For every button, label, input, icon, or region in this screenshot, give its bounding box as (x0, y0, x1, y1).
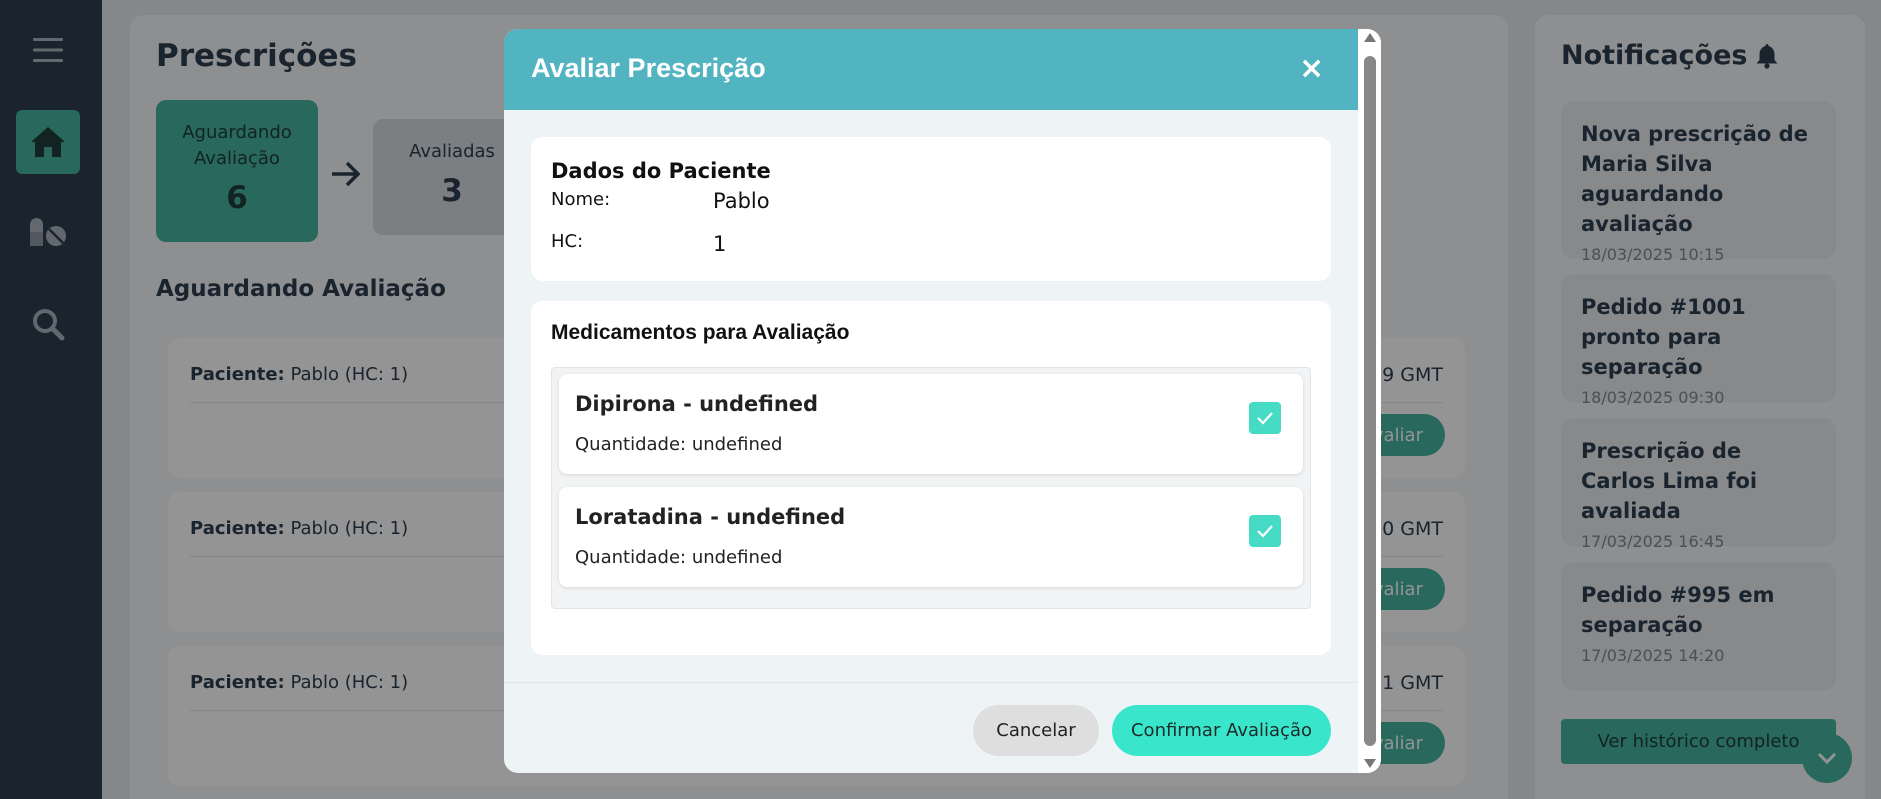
medications-heading: Medicamentos para Avaliação (551, 321, 850, 344)
medication-checkbox[interactable] (1249, 402, 1281, 434)
medications-card: Medicamentos para Avaliação Dipirona - u… (531, 301, 1331, 655)
medication-name: Loratadina - undefined (575, 505, 846, 529)
medication-item: Dipirona - undefined Quantidade: undefin… (559, 374, 1303, 474)
modal-divider (504, 682, 1358, 683)
scroll-thumb[interactable] (1364, 56, 1376, 746)
confirm-evaluation-button[interactable]: Confirmar Avaliação (1112, 705, 1331, 756)
hc-label: HC: (551, 231, 584, 252)
medication-quantity: Quantidade: undefined (575, 547, 783, 568)
scroll-up-arrow-icon[interactable] (1364, 33, 1376, 42)
scroll-down-arrow-icon[interactable] (1364, 759, 1376, 768)
patient-data-heading: Dados do Paciente (551, 159, 771, 183)
modal-scrollbar[interactable] (1358, 29, 1381, 773)
medication-item: Loratadina - undefined Quantidade: undef… (559, 487, 1303, 587)
modal-title: Avaliar Prescrição (531, 53, 766, 83)
cancel-button[interactable]: Cancelar (973, 705, 1099, 756)
checkmark-icon (1257, 412, 1273, 425)
close-icon[interactable]: × (1299, 51, 1324, 86)
medication-checkbox[interactable] (1249, 515, 1281, 547)
medication-quantity: Quantidade: undefined (575, 434, 783, 455)
checkmark-icon (1257, 525, 1273, 538)
evaluate-prescription-modal: Avaliar Prescrição × Dados do Paciente N… (504, 29, 1381, 773)
name-label: Nome: (551, 189, 611, 210)
modal-header: Avaliar Prescrição × (504, 29, 1358, 110)
medications-list: Dipirona - undefined Quantidade: undefin… (551, 367, 1311, 609)
name-value: Pablo (713, 189, 770, 213)
medication-name: Dipirona - undefined (575, 392, 819, 416)
hc-value: 1 (713, 232, 727, 256)
patient-data-card: Dados do Paciente Nome: Pablo HC: 1 (531, 137, 1331, 281)
